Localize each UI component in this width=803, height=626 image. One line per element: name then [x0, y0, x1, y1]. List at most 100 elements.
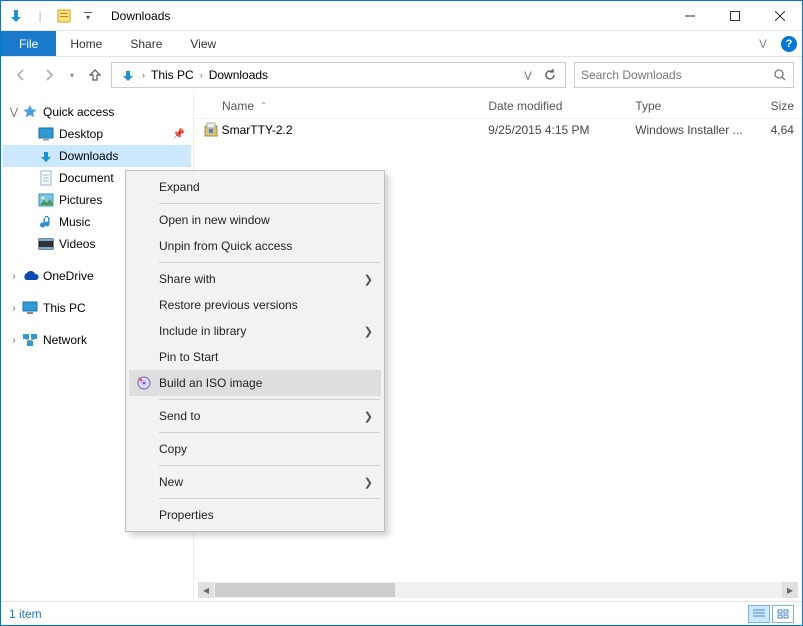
ctx-separator	[159, 465, 380, 466]
music-icon	[37, 213, 55, 231]
view-details-button[interactable]	[748, 605, 770, 623]
back-button[interactable]	[9, 63, 33, 87]
scroll-left-icon[interactable]: ◂	[198, 582, 214, 598]
ctx-unpin-quick-access[interactable]: Unpin from Quick access	[129, 233, 381, 259]
tab-home[interactable]: Home	[56, 31, 116, 56]
chevron-right-icon[interactable]: ›	[7, 271, 21, 282]
tab-view[interactable]: View	[176, 31, 230, 56]
window-title: Downloads	[103, 9, 667, 23]
quick-access-toolbar: | ▾	[1, 1, 103, 30]
status-text: 1 item	[9, 607, 42, 621]
submenu-arrow-icon: ❯	[364, 476, 373, 489]
pin-icon: 📌	[173, 129, 185, 140]
window-controls	[667, 1, 802, 31]
column-headers: Name ⌃ Date modified Type Size	[194, 93, 802, 119]
tree-label: Pictures	[59, 193, 102, 207]
submenu-arrow-icon: ❯	[364, 325, 373, 338]
ctx-send-to[interactable]: Send to❯	[129, 403, 381, 429]
help-icon[interactable]: ?	[776, 31, 802, 56]
close-button[interactable]	[757, 1, 802, 31]
pc-icon	[21, 299, 39, 317]
ctx-pin-start[interactable]: Pin to Start	[129, 344, 381, 370]
ctx-share-with[interactable]: Share with❯	[129, 266, 381, 292]
qat-dropdown-icon[interactable]: ▾	[77, 5, 99, 27]
ctx-build-iso[interactable]: Build an ISO image	[129, 370, 381, 396]
tree-desktop[interactable]: Desktop 📌	[3, 123, 191, 145]
ctx-restore-versions[interactable]: Restore previous versions	[129, 292, 381, 318]
up-button[interactable]	[83, 63, 107, 87]
ribbon-tabs: File Home Share View ⋁ ?	[1, 31, 802, 57]
breadcrumb-downloads[interactable]: Downloads	[205, 68, 272, 82]
ctx-include-library[interactable]: Include in library❯	[129, 318, 381, 344]
chevron-down-icon[interactable]: ⋁	[7, 107, 21, 118]
submenu-arrow-icon: ❯	[364, 410, 373, 423]
forward-button[interactable]	[37, 63, 61, 87]
ctx-separator	[159, 262, 380, 263]
column-size[interactable]: Size	[763, 99, 802, 113]
downloads-icon	[37, 147, 55, 165]
ctx-new[interactable]: New❯	[129, 469, 381, 495]
file-name: SmarTTY-2.2	[222, 123, 489, 137]
tree-quick-access[interactable]: ⋁ Quick access	[3, 101, 191, 123]
ribbon-collapse-icon[interactable]: ⋁	[750, 31, 776, 56]
chevron-right-icon[interactable]: ›	[7, 303, 21, 314]
minimize-button[interactable]	[667, 1, 712, 31]
ctx-separator	[159, 432, 380, 433]
ctx-properties[interactable]: Properties	[129, 502, 381, 528]
submenu-arrow-icon: ❯	[364, 273, 373, 286]
sort-indicator-icon: ⌃	[260, 101, 267, 110]
horizontal-scrollbar[interactable]: ◂ ▸	[194, 581, 802, 601]
file-date: 9/25/2015 4:15 PM	[488, 123, 635, 137]
search-icon	[773, 68, 787, 82]
scroll-right-icon[interactable]: ▸	[782, 582, 798, 598]
ctx-copy[interactable]: Copy	[129, 436, 381, 462]
qat-divider: |	[29, 5, 51, 27]
address-bar[interactable]: › This PC › Downloads ⋁	[111, 62, 566, 88]
tree-label: Quick access	[43, 105, 114, 119]
refresh-icon[interactable]	[539, 64, 561, 86]
file-row[interactable]: SmarTTY-2.2 9/25/2015 4:15 PM Windows In…	[194, 119, 802, 141]
address-dropdown-icon[interactable]: ⋁	[517, 64, 539, 86]
view-large-button[interactable]	[772, 605, 794, 623]
ctx-open-new-window[interactable]: Open in new window	[129, 207, 381, 233]
navigation-bar: ▾ › This PC › Downloads ⋁ Search Downloa…	[1, 57, 802, 93]
videos-icon	[37, 235, 55, 253]
pictures-icon	[37, 191, 55, 209]
title-bar: | ▾ Downloads	[1, 1, 802, 31]
properties-icon[interactable]	[53, 5, 75, 27]
ctx-expand[interactable]: Expand	[129, 174, 381, 200]
search-input[interactable]: Search Downloads	[574, 62, 794, 88]
chevron-right-icon[interactable]: ›	[7, 335, 21, 346]
status-bar: 1 item	[1, 601, 802, 625]
chevron-right-icon[interactable]: ›	[198, 70, 205, 80]
onedrive-icon	[21, 267, 39, 285]
column-date[interactable]: Date modified	[488, 99, 635, 113]
recent-dropdown-icon[interactable]: ▾	[65, 63, 79, 87]
tree-label: Downloads	[59, 149, 118, 163]
tree-label: Music	[59, 215, 90, 229]
downloads-location-icon	[116, 67, 140, 83]
tab-share[interactable]: Share	[116, 31, 176, 56]
tree-label: Documents	[59, 171, 114, 185]
documents-icon	[37, 169, 55, 187]
installer-icon	[202, 121, 220, 139]
chevron-right-icon[interactable]: ›	[140, 70, 147, 80]
tree-downloads[interactable]: Downloads	[3, 145, 191, 167]
search-placeholder: Search Downloads	[581, 68, 773, 82]
app-icon[interactable]	[5, 5, 27, 27]
desktop-icon	[37, 125, 55, 143]
tree-label: Network	[43, 333, 87, 347]
context-menu: Expand Open in new window Unpin from Qui…	[125, 170, 385, 532]
star-icon	[21, 103, 39, 121]
file-type: Windows Installer ...	[635, 123, 762, 137]
maximize-button[interactable]	[712, 1, 757, 31]
column-name[interactable]: Name ⌃	[222, 99, 488, 113]
file-size: 4,64	[763, 123, 802, 137]
main-area: ⋁ Quick access Desktop 📌 Downloads Docum…	[1, 93, 802, 601]
ctx-separator	[159, 498, 380, 499]
scroll-thumb[interactable]	[215, 583, 395, 597]
file-tab[interactable]: File	[1, 31, 56, 56]
column-type[interactable]: Type	[635, 99, 762, 113]
network-icon	[21, 331, 39, 349]
breadcrumb-thispc[interactable]: This PC	[147, 68, 198, 82]
